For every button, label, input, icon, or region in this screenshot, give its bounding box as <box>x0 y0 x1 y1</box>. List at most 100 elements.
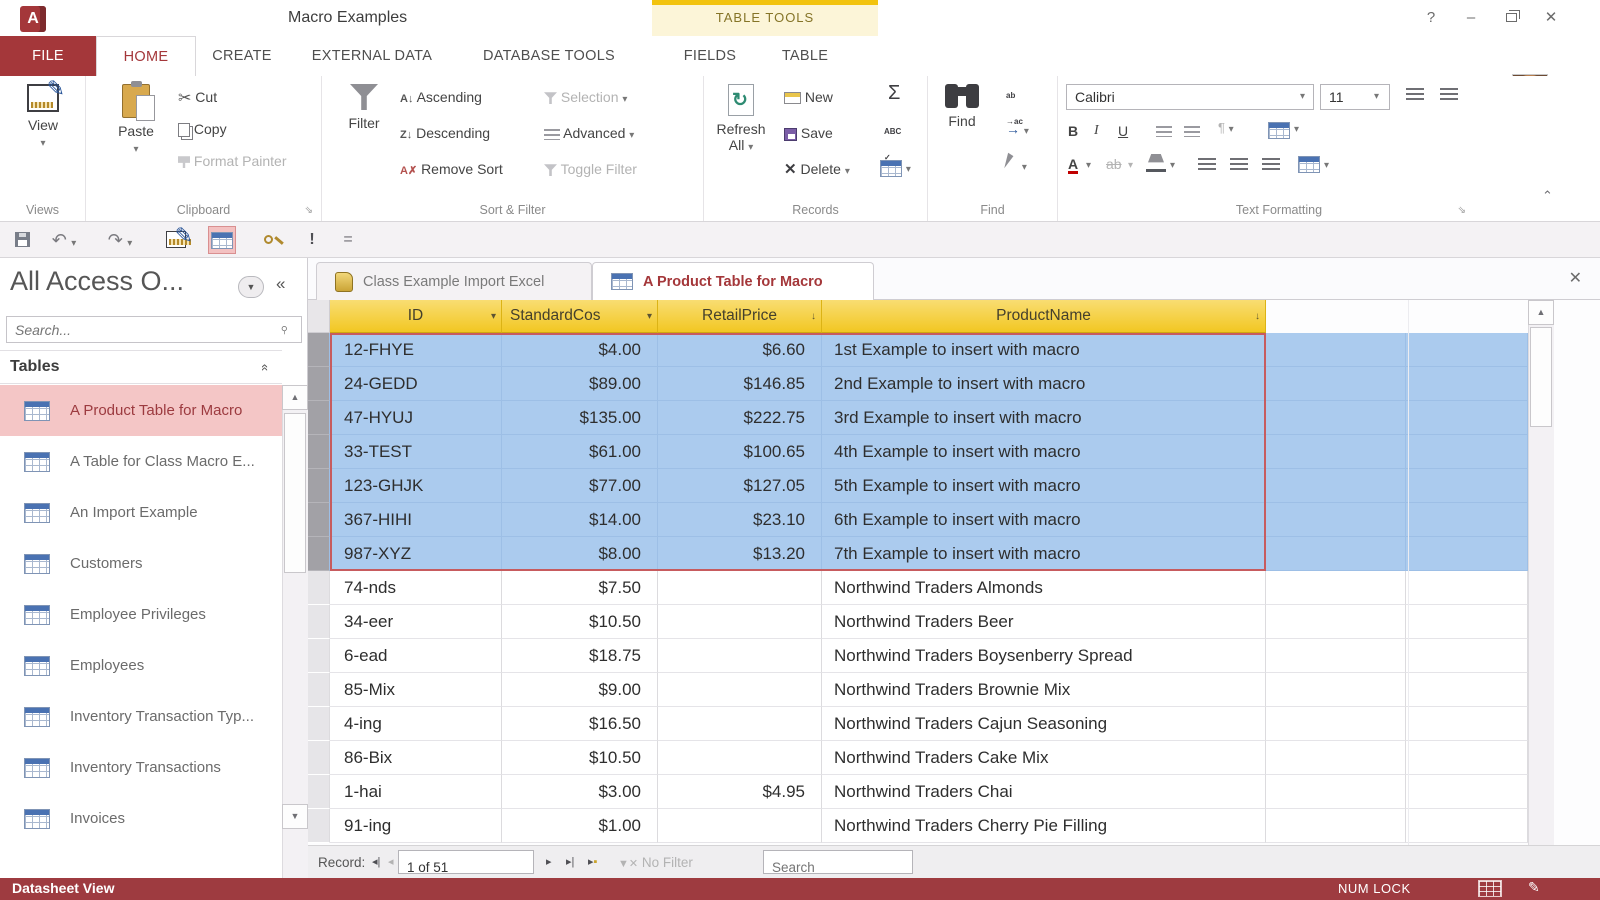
sidebar-scroll-down[interactable]: ▼ <box>282 804 308 829</box>
cell-retailprice[interactable]: $146.85 <box>658 367 822 401</box>
cell-empty[interactable] <box>1406 367 1528 401</box>
cell-productname[interactable]: 7th Example to insert with macro <box>822 537 1266 571</box>
qat-undo-button[interactable]: ↶ ▾ <box>50 226 78 254</box>
descending-button[interactable]: Z↓ Descending <box>400 120 490 146</box>
ascending-button[interactable]: A↓ Ascending <box>400 84 482 110</box>
help-button[interactable]: ? <box>1414 6 1448 30</box>
sidebar-item[interactable]: A Table for Class Macro E... <box>0 436 282 487</box>
cell-standardcost[interactable]: $89.00 <box>502 367 658 401</box>
cell-empty[interactable] <box>1406 775 1528 809</box>
align-left-icon[interactable] <box>1198 158 1216 171</box>
cell-id[interactable]: 47-HYUJ <box>330 401 502 435</box>
row-selector[interactable] <box>308 639 330 673</box>
cell-retailprice[interactable] <box>658 741 822 775</box>
spelling-button[interactable]: ABC ✓ <box>884 116 901 142</box>
cell-empty[interactable] <box>1266 639 1406 673</box>
cell-empty[interactable] <box>1406 673 1528 707</box>
cell-productname[interactable]: Northwind Traders Cake Mix <box>822 741 1266 775</box>
tab-database-tools[interactable]: DATABASE TOOLS <box>456 36 642 76</box>
close-button[interactable]: ✕ <box>1534 6 1568 30</box>
qat-run-button[interactable]: ! <box>298 226 326 254</box>
fill-color-icon[interactable] <box>1148 154 1164 166</box>
cell-empty[interactable] <box>1266 333 1406 367</box>
row-selector[interactable] <box>308 741 330 775</box>
cell-empty[interactable] <box>1266 537 1406 571</box>
cell-retailprice[interactable]: $6.60 <box>658 333 822 367</box>
scroll-up-button[interactable]: ▲ <box>1528 300 1554 325</box>
cell-retailprice[interactable] <box>658 605 822 639</box>
sidebar-item[interactable]: Customers <box>0 538 282 589</box>
selection-button[interactable]: Selection ▾ <box>544 84 627 110</box>
qat-redo-button[interactable]: ↷ ▾ <box>106 226 134 254</box>
table-row[interactable]: 1-hai$3.00$4.95Northwind Traders Chai <box>308 775 1600 809</box>
cell-productname[interactable]: 1st Example to insert with macro <box>822 333 1266 367</box>
cell-empty[interactable] <box>1406 435 1528 469</box>
cell-empty[interactable] <box>1406 469 1528 503</box>
totals-button[interactable]: Σ <box>888 80 900 106</box>
replace-button[interactable]: ab →ac <box>1006 80 1023 106</box>
alt-row-color-icon[interactable] <box>1298 156 1320 173</box>
numbering-icon[interactable] <box>1440 88 1458 101</box>
format-painter-button[interactable]: Format Painter <box>178 148 286 174</box>
dropdown-icon[interactable]: ▾ <box>491 311 496 322</box>
row-selector[interactable] <box>308 333 330 367</box>
tab-table[interactable]: TABLE <box>760 36 850 76</box>
cell-retailprice[interactable] <box>658 639 822 673</box>
column-header-productname[interactable]: ProductName↓ <box>822 300 1266 333</box>
cell-id[interactable]: 6-ead <box>330 639 502 673</box>
qat-save-button[interactable] <box>8 226 36 254</box>
cell-empty[interactable] <box>1406 503 1528 537</box>
qat-datasheet-view-button[interactable] <box>208 226 236 254</box>
cell-id[interactable]: 987-XYZ <box>330 537 502 571</box>
underline-button[interactable]: U <box>1118 118 1128 144</box>
cell-retailprice[interactable]: $222.75 <box>658 401 822 435</box>
sidebar-item[interactable]: Invoices <box>0 793 282 844</box>
sidebar-scroll-thumb[interactable] <box>284 413 306 573</box>
qat-customize-button[interactable]: = <box>334 226 362 254</box>
cell-retailprice[interactable] <box>658 707 822 741</box>
sidebar-item[interactable]: Employee Privileges <box>0 589 282 640</box>
cell-empty[interactable] <box>1406 809 1528 843</box>
font-color-button[interactable]: A <box>1068 154 1078 174</box>
previous-record-button[interactable]: ◂ <box>388 846 394 879</box>
cell-standardcost[interactable]: $18.75 <box>502 639 658 673</box>
sort-indicator-icon[interactable]: ↓ <box>811 311 816 322</box>
sort-indicator-icon[interactable]: ↓ <box>1255 311 1260 322</box>
table-row[interactable]: 12-FHYE$4.00$6.601st Example to insert w… <box>308 333 1600 367</box>
table-row[interactable]: 86-Bix$10.50Northwind Traders Cake Mix <box>308 741 1600 775</box>
cell-empty[interactable] <box>1266 673 1406 707</box>
qat-primary-key-button[interactable] <box>254 226 282 254</box>
cut-button[interactable]: Cut <box>178 84 217 110</box>
cell-empty[interactable] <box>1266 367 1406 401</box>
font-size-combo[interactable] <box>1320 84 1390 110</box>
row-selector[interactable] <box>308 775 330 809</box>
row-selector[interactable] <box>308 673 330 707</box>
column-header-retailprice[interactable]: RetailPrice↓ <box>658 300 822 333</box>
last-record-button[interactable]: ▸| <box>566 846 574 879</box>
cell-standardcost[interactable]: $16.50 <box>502 707 658 741</box>
cell-productname[interactable]: Northwind Traders Cajun Seasoning <box>822 707 1266 741</box>
increase-indent-icon[interactable] <box>1184 126 1200 137</box>
row-selector[interactable] <box>308 571 330 605</box>
cell-id[interactable]: 12-FHYE <box>330 333 502 367</box>
cell-empty[interactable] <box>1406 707 1528 741</box>
remove-sort-button[interactable]: A✗ Remove Sort <box>400 156 503 182</box>
tab-create[interactable]: CREATE <box>196 36 288 76</box>
restore-button[interactable] <box>1494 6 1528 30</box>
italic-button[interactable]: I <box>1094 118 1099 144</box>
sidebar-item[interactable]: A Product Table for Macro <box>0 385 282 436</box>
row-selector[interactable] <box>308 401 330 435</box>
row-selector[interactable] <box>308 707 330 741</box>
cell-standardcost[interactable]: $10.50 <box>502 741 658 775</box>
row-selector[interactable] <box>308 503 330 537</box>
collapse-section-icon[interactable]: « <box>258 364 273 369</box>
table-row[interactable]: 4-ing$16.50Northwind Traders Cajun Seaso… <box>308 707 1600 741</box>
table-row[interactable]: 6-ead$18.75Northwind Traders Boysenberry… <box>308 639 1600 673</box>
cell-productname[interactable]: 3rd Example to insert with macro <box>822 401 1266 435</box>
gridlines-icon[interactable] <box>1268 122 1290 139</box>
no-filter-indicator[interactable]: ▼✕ No Filter <box>618 846 693 879</box>
cell-empty[interactable] <box>1266 605 1406 639</box>
record-search-input[interactable] <box>764 857 912 879</box>
nav-search-input[interactable] <box>7 317 301 342</box>
cell-standardcost[interactable]: $14.00 <box>502 503 658 537</box>
